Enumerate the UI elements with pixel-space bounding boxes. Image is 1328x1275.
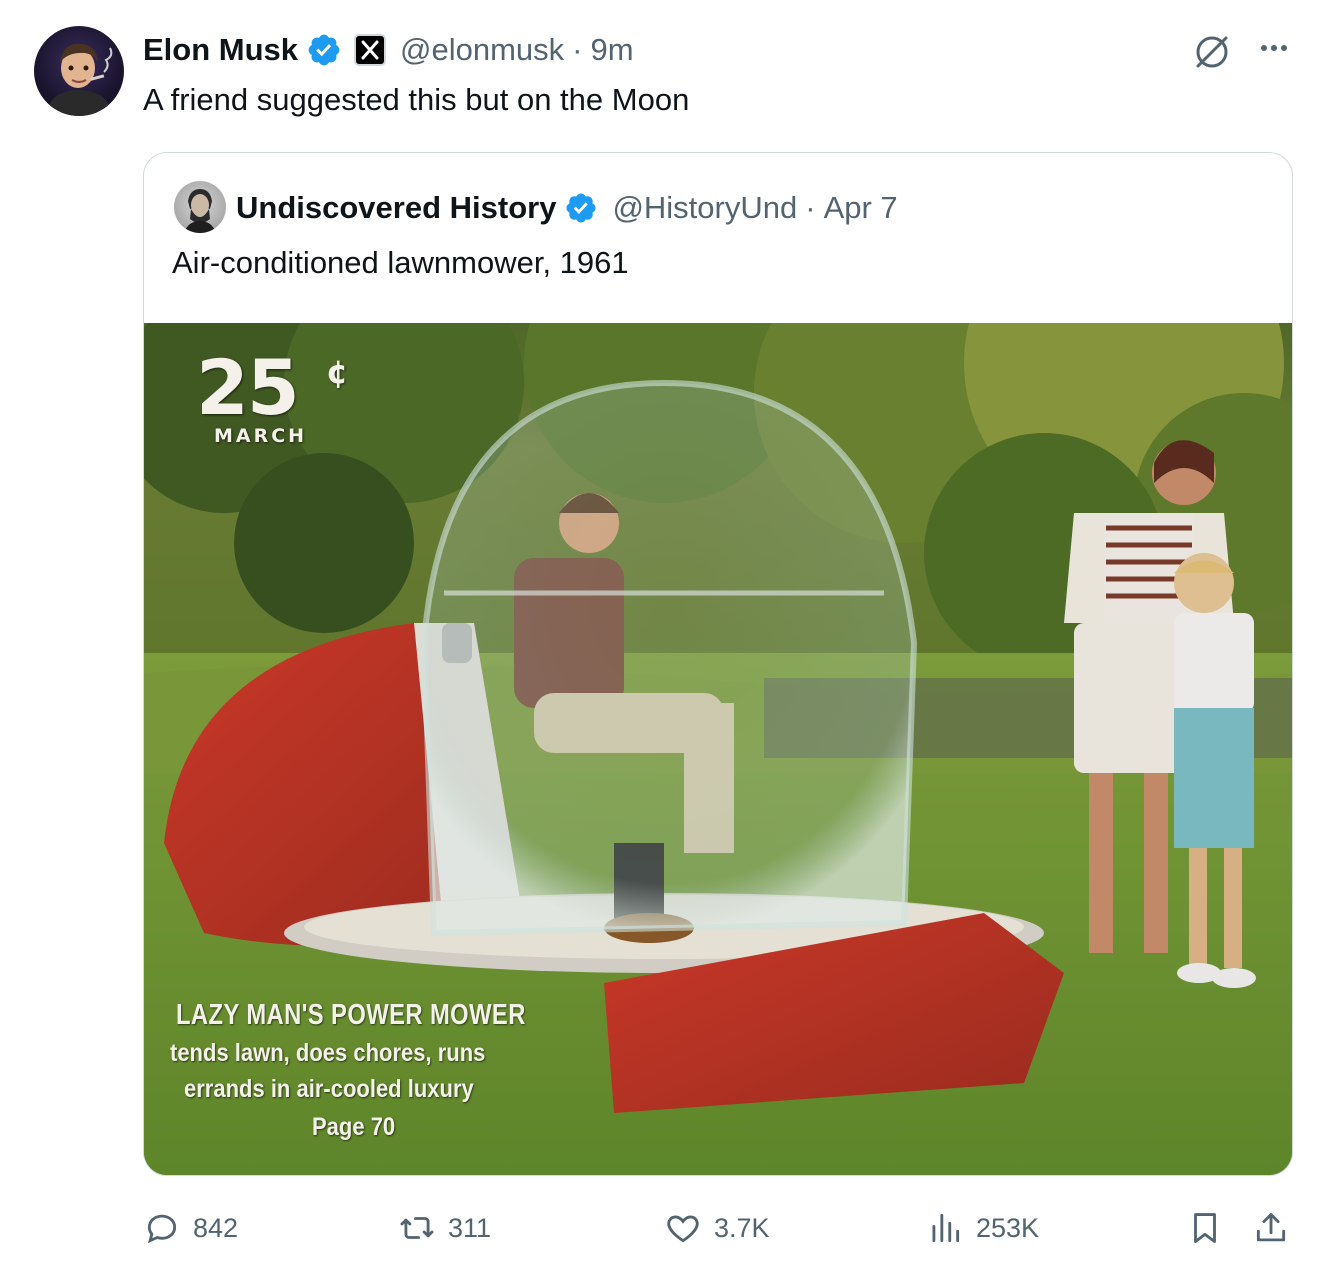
- repost-icon: [400, 1217, 434, 1239]
- views-icon: [932, 1213, 960, 1243]
- separator-dot: ·: [572, 32, 583, 67]
- heart-icon: [667, 1215, 699, 1243]
- verified-badge-icon[interactable]: [564, 191, 598, 225]
- like-count: 3.7K: [714, 1212, 770, 1243]
- cover-price: 25: [196, 343, 300, 432]
- quote-image[interactable]: 25 ¢ MARCH LAZY MAN'S POWER MOWER tends …: [144, 323, 1292, 1175]
- share-icon: [1256, 1213, 1286, 1242]
- grok-icon[interactable]: [1190, 30, 1234, 74]
- like-button[interactable]: 3.7K: [664, 1200, 770, 1256]
- quote-author-handle[interactable]: @HistoryUnd: [612, 190, 797, 226]
- quote-header: Undiscovered History @HistoryUnd · Apr 7: [236, 183, 898, 233]
- reply-count: 842: [193, 1212, 239, 1243]
- author-avatar[interactable]: [34, 26, 124, 116]
- reply-icon: [147, 1214, 177, 1244]
- tweet[interactable]: Elon Musk @elonmusk · 9m A friend sugges…: [0, 0, 1328, 1275]
- cover-caption-line: errands in air-cooled luxury: [184, 1075, 474, 1103]
- quote-timestamp[interactable]: Apr 7: [824, 190, 898, 226]
- views-count: 253K: [976, 1212, 1040, 1243]
- repost-count: 311: [448, 1212, 492, 1243]
- cover-month: MARCH: [214, 425, 308, 447]
- quoted-tweet[interactable]: Undiscovered History @HistoryUnd · Apr 7…: [143, 152, 1293, 1176]
- reply-button[interactable]: 842: [143, 1200, 238, 1256]
- bookmark-button[interactable]: [1186, 1200, 1224, 1256]
- separator-dot: ·: [805, 190, 816, 225]
- tweet-text: A friend suggested this but on the Moon: [143, 82, 690, 117]
- views-button[interactable]: 253K: [926, 1200, 1039, 1256]
- tweet-actions: 842 311 3.7K 253K: [0, 1200, 1328, 1256]
- quote-author-avatar[interactable]: [174, 181, 226, 233]
- share-button[interactable]: [1252, 1200, 1290, 1256]
- cover-caption-title: LAZY MAN'S POWER MOWER: [176, 999, 526, 1031]
- repost-button[interactable]: 311: [398, 1200, 491, 1256]
- author-handle[interactable]: @elonmusk: [400, 32, 564, 68]
- more-icon[interactable]: [1252, 30, 1296, 74]
- quote-author-name[interactable]: Undiscovered History: [236, 190, 556, 226]
- cover-price-cent: ¢: [326, 353, 349, 391]
- quote-text: Air-conditioned lawnmower, 1961: [172, 245, 629, 280]
- verified-badge-icon[interactable]: [306, 32, 342, 68]
- bookmark-icon: [1194, 1213, 1216, 1243]
- tweet-header: Elon Musk @elonmusk · 9m: [143, 26, 634, 74]
- author-name[interactable]: Elon Musk: [143, 32, 298, 68]
- cover-caption-page: Page 70: [312, 1113, 396, 1141]
- tweet-timestamp[interactable]: 9m: [591, 32, 634, 68]
- x-affiliate-badge-icon[interactable]: [354, 34, 387, 66]
- cover-caption-line: tends lawn, does chores, runs: [170, 1039, 486, 1067]
